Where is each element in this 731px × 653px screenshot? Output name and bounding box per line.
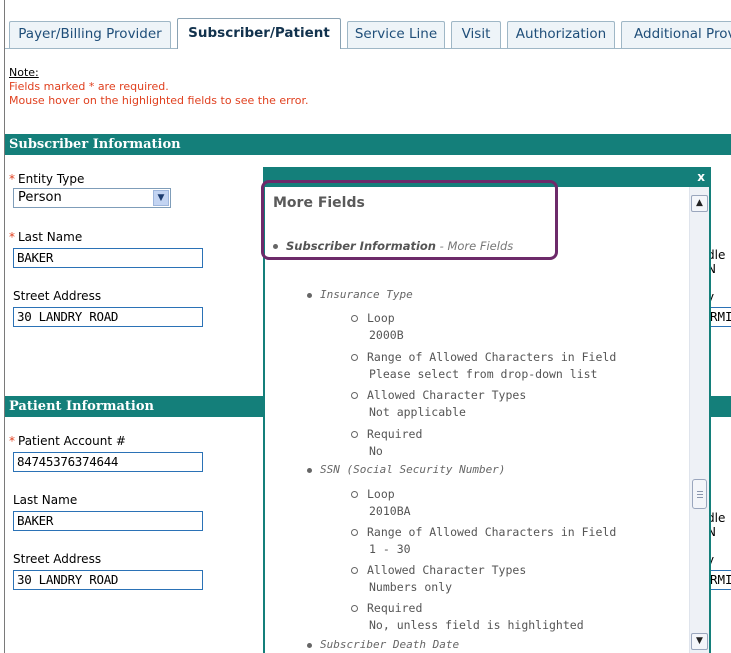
ssn-range-value: 1 - 30 (369, 542, 411, 556)
tab-authorization[interactable]: Authorization (507, 21, 615, 48)
required-marker: * (9, 172, 15, 186)
ssn-range-label: Range of Allowed Characters in Field (351, 525, 616, 539)
field-ssn: SSN (Social Security Number) (307, 463, 505, 476)
scroll-up-icon[interactable]: ▲ (691, 195, 708, 212)
scroll-down-icon[interactable]: ▼ (691, 633, 708, 650)
circle-bullet-icon (351, 392, 358, 399)
note-required-line: Fields marked * are required. (9, 80, 169, 93)
bullet-icon (307, 642, 312, 648)
note-title: Note: (9, 66, 39, 79)
insurance-required-label: Required (351, 427, 422, 441)
entity-type-label: * Entity Type (9, 172, 85, 186)
subscriber-section-header: Subscriber Information (5, 134, 731, 155)
circle-bullet-icon (351, 431, 358, 438)
ssn-char-types-value: Numbers only (369, 580, 453, 594)
insurance-range-value: Please select from drop-down list (369, 367, 598, 381)
subscriber-last-name-input[interactable]: BAKER (13, 248, 203, 268)
patient-last-name-label: Last Name (13, 493, 78, 507)
grip-line (697, 497, 703, 498)
patient-account-input[interactable]: 84745376374644 (13, 452, 203, 472)
grip-line (697, 491, 703, 492)
subscriber-street-label: Street Address (13, 289, 102, 303)
insurance-char-types-value: Not applicable (369, 405, 466, 419)
circle-bullet-icon (351, 491, 358, 498)
subscriber-last-name-label: * Last Name (9, 230, 83, 244)
tab-subscriber-patient[interactable]: Subscriber/Patient (177, 18, 341, 49)
tab-payer-billing-provider[interactable]: Payer/Billing Provider (9, 21, 171, 48)
circle-bullet-icon (351, 315, 358, 322)
insurance-range-label: Range of Allowed Characters in Field (351, 350, 616, 364)
entity-type-select[interactable]: Person ▼ (13, 188, 171, 208)
tab-bar: Payer/Billing Provider Subscriber/Patien… (5, 18, 731, 49)
ssn-loop-label: Loop (351, 487, 395, 501)
tab-additional-provider[interactable]: Additional Provi (621, 21, 731, 48)
circle-bullet-icon (351, 529, 358, 536)
bullet-icon (307, 292, 312, 298)
required-marker: * (9, 230, 15, 244)
circle-bullet-icon (351, 567, 358, 574)
highlight-annotation-box (261, 180, 558, 260)
patient-street-input[interactable]: 30 LANDRY ROAD (13, 570, 203, 590)
patient-street-label: Street Address (13, 552, 102, 566)
entity-type-value: Person (18, 190, 62, 205)
tab-visit[interactable]: Visit (451, 21, 501, 48)
insurance-required-value: No (369, 444, 383, 458)
circle-bullet-icon (351, 354, 358, 361)
chevron-down-icon[interactable]: ▼ (153, 190, 169, 206)
field-subscriber-death-date: Subscriber Death Date (307, 638, 459, 651)
insurance-loop-value: 2000B (369, 328, 404, 342)
popup-scrollbar[interactable]: ▲ ▼ (689, 187, 709, 653)
circle-bullet-icon (351, 605, 358, 612)
ssn-required-value: No, unless field is highlighted (369, 618, 584, 632)
patient-account-label: * Patient Account # (9, 434, 126, 448)
ssn-required-label: Required (351, 601, 422, 615)
insurance-char-types-label: Allowed Character Types (351, 388, 526, 402)
note-block: Note: Fields marked * are required. Mous… (9, 66, 308, 108)
ssn-char-types-label: Allowed Character Types (351, 563, 526, 577)
ssn-loop-value: 2010BA (369, 504, 411, 518)
grip-line (697, 494, 703, 495)
patient-last-name-input[interactable]: BAKER (13, 511, 203, 531)
insurance-loop-label: Loop (351, 311, 395, 325)
note-hover-line: Mouse hover on the highlighted fields to… (9, 94, 309, 107)
close-icon[interactable]: x (697, 169, 705, 185)
field-insurance-type: Insurance Type (307, 288, 413, 301)
bullet-icon (307, 467, 312, 473)
app-frame: Payer/Billing Provider Subscriber/Patien… (4, 0, 731, 653)
required-marker: * (9, 434, 15, 448)
tab-service-line[interactable]: Service Line (347, 21, 445, 48)
scroll-thumb[interactable] (692, 479, 707, 509)
subscriber-street-input[interactable]: 30 LANDRY ROAD (13, 307, 203, 327)
